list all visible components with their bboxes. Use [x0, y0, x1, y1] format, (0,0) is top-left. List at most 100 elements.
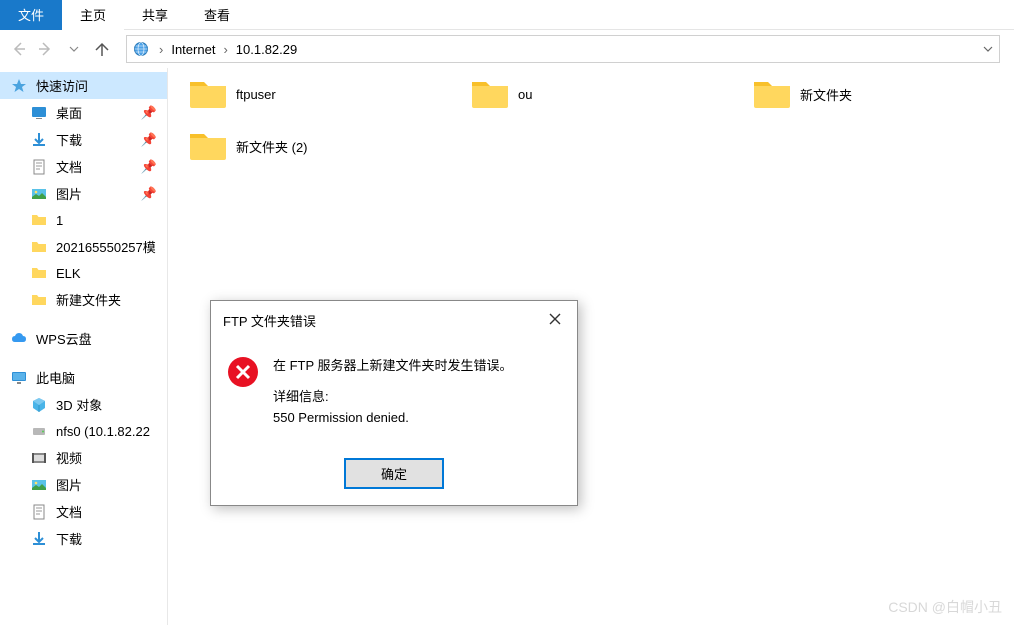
sidebar-nfs0[interactable]: nfs0 (10.1.82.22 — [0, 418, 167, 444]
arrow-left-icon — [9, 40, 27, 58]
sidebar-pictures[interactable]: 图片 📌 — [0, 180, 167, 207]
file-item[interactable]: 新文件夹 (2) — [188, 130, 430, 162]
sidebar-item-label: 图片 — [56, 184, 82, 203]
desktop-icon — [30, 104, 48, 122]
arrow-up-icon — [93, 40, 111, 58]
folder-icon — [30, 264, 48, 282]
tab-share[interactable]: 共享 — [124, 0, 186, 30]
file-name: ou — [518, 87, 532, 102]
sidebar: 快速访问 桌面 📌 下载 📌 文档 📌 图片 📌 1 2021655 — [0, 68, 168, 625]
pin-icon: 📌 — [141, 186, 157, 202]
tab-file[interactable]: 文件 — [0, 0, 62, 30]
globe-icon — [133, 41, 149, 57]
sidebar-item-label: 新建文件夹 — [56, 290, 121, 309]
sidebar-item-label: 202165550257模 — [56, 237, 156, 256]
sidebar-item-label: 1 — [56, 213, 63, 228]
dialog-title: FTP 文件夹错误 — [223, 311, 316, 330]
network-drive-icon — [30, 422, 48, 440]
breadcrumb-root[interactable]: Internet — [167, 42, 219, 57]
tab-view[interactable]: 查看 — [186, 0, 248, 30]
chevron-down-icon — [69, 44, 79, 54]
folder-icon — [30, 211, 48, 229]
dialog-titlebar[interactable]: FTP 文件夹错误 — [211, 301, 577, 340]
dialog-text: 在 FTP 服务器上新建文件夹时发生错误。 详细信息: 550 Permissi… — [273, 356, 513, 428]
sidebar-quick-access[interactable]: 快速访问 — [0, 72, 167, 99]
breadcrumb-sep-icon: › — [219, 42, 231, 57]
file-item[interactable]: ou — [470, 78, 712, 110]
sidebar-downloads-2[interactable]: 下载 — [0, 525, 167, 552]
file-item[interactable]: 新文件夹 — [752, 78, 994, 110]
folder-icon — [752, 78, 792, 110]
sidebar-desktop[interactable]: 桌面 📌 — [0, 99, 167, 126]
recent-button[interactable] — [62, 37, 86, 61]
navigation-bar: › Internet › 10.1.82.29 — [0, 30, 1014, 68]
chevron-down-icon — [983, 44, 993, 54]
sidebar-item-1[interactable]: 1 — [0, 207, 167, 233]
folder-icon — [188, 130, 228, 162]
sidebar-documents-2[interactable]: 文档 — [0, 498, 167, 525]
sidebar-item-label: 文档 — [56, 502, 82, 521]
cloud-icon — [10, 330, 28, 348]
file-grid: ftpuser ou 新文件夹 新文件夹 (2) — [188, 78, 994, 162]
download-icon — [30, 131, 48, 149]
sidebar-item-label: WPS云盘 — [36, 329, 92, 348]
sidebar-item-label: 视频 — [56, 448, 82, 467]
document-icon — [30, 158, 48, 176]
ok-button[interactable]: 确定 — [344, 458, 444, 489]
forward-button[interactable] — [34, 37, 58, 61]
dialog-details-label: 详细信息: — [273, 387, 513, 408]
dialog-message: 在 FTP 服务器上新建文件夹时发生错误。 — [273, 356, 513, 377]
sidebar-this-pc[interactable]: 此电脑 — [0, 364, 167, 391]
folder-icon — [30, 238, 48, 256]
breadcrumb-sep-icon: › — [155, 42, 167, 57]
pin-icon: 📌 — [141, 105, 157, 121]
sidebar-item-label: 文档 — [56, 157, 82, 176]
breadcrumb-path[interactable]: 10.1.82.29 — [232, 42, 301, 57]
dialog-body: 在 FTP 服务器上新建文件夹时发生错误。 详细信息: 550 Permissi… — [211, 340, 577, 448]
computer-icon — [10, 369, 28, 387]
sidebar-item-label: 图片 — [56, 475, 82, 494]
sidebar-item-label: ELK — [56, 266, 81, 281]
tab-home[interactable]: 主页 — [62, 0, 124, 30]
error-icon — [227, 356, 259, 388]
sidebar-item-label: 桌面 — [56, 103, 82, 122]
cube-icon — [30, 396, 48, 414]
picture-icon — [30, 185, 48, 203]
up-button[interactable] — [90, 37, 114, 61]
file-item[interactable]: ftpuser — [188, 78, 430, 110]
file-name: ftpuser — [236, 87, 276, 102]
folder-icon — [30, 291, 48, 309]
sidebar-item-label: 快速访问 — [36, 76, 88, 95]
sidebar-pictures-2[interactable]: 图片 — [0, 471, 167, 498]
picture-icon — [30, 476, 48, 494]
pin-icon: 📌 — [141, 132, 157, 148]
sidebar-wps[interactable]: WPS云盘 — [0, 325, 167, 352]
sidebar-item-label: 下载 — [56, 130, 82, 149]
arrow-right-icon — [37, 40, 55, 58]
dialog-footer: 确定 — [211, 448, 577, 505]
ribbon-tabs: 文件 主页 共享 查看 — [0, 0, 1014, 30]
back-button[interactable] — [6, 37, 30, 61]
error-dialog: FTP 文件夹错误 在 FTP 服务器上新建文件夹时发生错误。 详细信息: 55… — [210, 300, 578, 506]
sidebar-documents[interactable]: 文档 📌 — [0, 153, 167, 180]
sidebar-item-label: 下载 — [56, 529, 82, 548]
close-button[interactable] — [545, 312, 565, 330]
dialog-details: 550 Permission denied. — [273, 408, 513, 429]
sidebar-item-label: nfs0 (10.1.82.22 — [56, 424, 150, 439]
sidebar-item-long[interactable]: 202165550257模 — [0, 233, 167, 260]
star-icon — [10, 77, 28, 95]
sidebar-item-label: 此电脑 — [36, 368, 75, 387]
sidebar-videos[interactable]: 视频 — [0, 444, 167, 471]
address-dropdown[interactable] — [983, 42, 993, 57]
sidebar-downloads[interactable]: 下载 📌 — [0, 126, 167, 153]
sidebar-3d-objects[interactable]: 3D 对象 — [0, 391, 167, 418]
close-icon — [549, 313, 561, 325]
address-bar[interactable]: › Internet › 10.1.82.29 — [126, 35, 1000, 63]
video-icon — [30, 449, 48, 467]
sidebar-item-label: 3D 对象 — [56, 395, 102, 414]
sidebar-new-folder[interactable]: 新建文件夹 — [0, 286, 167, 313]
pin-icon: 📌 — [141, 159, 157, 175]
download-icon — [30, 530, 48, 548]
document-icon — [30, 503, 48, 521]
sidebar-elk[interactable]: ELK — [0, 260, 167, 286]
